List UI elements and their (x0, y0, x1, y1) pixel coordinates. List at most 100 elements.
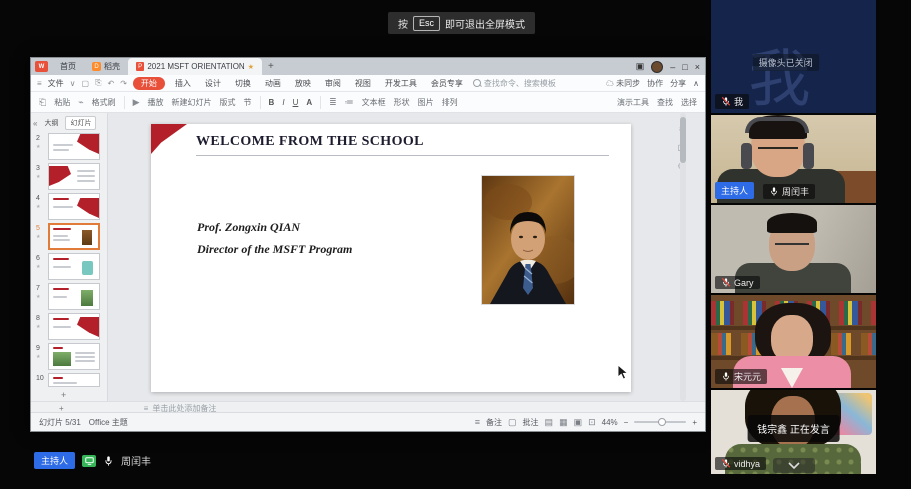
new-slide-button[interactable]: 新建幻灯片 (172, 97, 212, 108)
file-menu[interactable]: 文件 (48, 78, 64, 89)
command-search[interactable]: 查找命令、搜索模板 (473, 78, 556, 89)
status-bar: 幻灯片 5/31 Office 主题 ≡ 备注 ▢ 批注 ▤ ▦ ▣ ⊡ 44%… (31, 412, 705, 431)
outline-tab[interactable]: 大纲 (40, 117, 62, 129)
collaborate-button[interactable]: 协作 (647, 78, 663, 89)
new-tab-button[interactable]: + (268, 61, 274, 72)
notes-toggle-icon[interactable]: ≡ (475, 417, 480, 427)
speaking-toast: 钱宗鑫 正在发言 (747, 415, 840, 442)
slides-tab[interactable]: 幻灯片 (65, 116, 96, 130)
presentation-tools-button[interactable]: 演示工具 (617, 97, 649, 108)
participant-video-songyuanyuan[interactable]: 宋元元 (711, 295, 876, 388)
favorite-star-icon[interactable]: ★ (248, 63, 254, 71)
zoom-percentage[interactable]: 44% (602, 418, 618, 427)
format-painter-icon[interactable]: ⌁ (78, 97, 83, 108)
scrollbar-thumb[interactable] (680, 117, 686, 163)
layout-switch-icon[interactable]: ▣ (636, 61, 645, 72)
zoom-in-button[interactable]: + (692, 418, 697, 427)
slide-thumbnail-8[interactable]: 8★ (31, 313, 107, 341)
close-button[interactable]: × (695, 62, 700, 72)
home-tab[interactable]: 首页 (52, 58, 84, 75)
normal-view-icon[interactable]: ▤ (545, 417, 554, 428)
account-avatar[interactable] (651, 61, 663, 73)
collapse-ribbon-icon[interactable]: ∧ (693, 79, 699, 88)
participant-video-gary[interactable]: Gary (711, 205, 876, 293)
red-flag-decoration (151, 124, 187, 154)
select-button[interactable]: 选择 (681, 97, 697, 108)
align-left-icon[interactable]: ≣ (329, 97, 337, 108)
zoom-slider[interactable] (634, 421, 686, 423)
current-slide[interactable]: WELCOME FROM THE SCHOOL Prof. Zongxin QI… (151, 124, 631, 392)
font-color-button[interactable]: A (306, 98, 312, 107)
format-painter-button[interactable]: 格式刷 (92, 97, 116, 108)
slide-thumbnail-4[interactable]: 4★ (31, 193, 107, 221)
slide-thumbnail-2[interactable]: 2★ (31, 133, 107, 161)
slide-thumbnail-7[interactable]: 7★ (31, 283, 107, 311)
wps-presentation-window: W 首页 D 稻壳 P 2021 MSFT ORIENTATION ★ + ▣ … (30, 57, 706, 432)
zoom-out-button[interactable]: − (624, 418, 629, 427)
participant-name-tag: 周闰丰 (763, 184, 815, 199)
cloud-sync-status[interactable]: ☁ 未同步 (606, 78, 640, 89)
participant-video-vidhya[interactable]: 钱宗鑫 正在发言 vidhya (711, 390, 876, 474)
comments-toggle-icon[interactable]: ▢ (508, 417, 517, 428)
layout-button[interactable]: 版式 (220, 97, 236, 108)
comments-toggle[interactable]: 批注 (523, 417, 539, 428)
wps-logo[interactable]: W (35, 61, 48, 72)
play-button[interactable]: 播放 (148, 97, 164, 108)
ribbon-tab-devtools[interactable]: 开发工具 (381, 77, 421, 90)
zoom-slider-knob[interactable] (658, 418, 666, 426)
speaker-name-text: Prof. Zongxin QIAN (197, 220, 300, 235)
slide-thumbnail-10[interactable]: 10 (31, 373, 107, 387)
slide-sorter-icon[interactable]: ▦ (559, 417, 568, 428)
slide-thumbnail-5-selected[interactable]: 5★ (31, 223, 107, 251)
esc-keycap: Esc (413, 16, 440, 31)
share-button[interactable]: 分享 (670, 78, 686, 89)
textbox-button[interactable]: 文本框 (362, 97, 386, 108)
arrange-button[interactable]: 排列 (442, 97, 458, 108)
section-button[interactable]: 节 (244, 97, 252, 108)
participant-name: 我 (734, 95, 743, 108)
paste-button[interactable]: 粘贴 (54, 97, 70, 108)
redo-icon[interactable]: ↷ (120, 79, 127, 88)
ribbon-tab-member[interactable]: 会员专享 (427, 77, 467, 90)
participant-name: Gary (734, 278, 754, 288)
document-tab[interactable]: P 2021 MSFT ORIENTATION ★ (128, 58, 262, 75)
ribbon-tab-animation[interactable]: 动画 (261, 77, 285, 90)
bullet-list-icon[interactable]: ≔ (345, 97, 354, 108)
paste-icon[interactable]: ⎗ (39, 97, 46, 108)
slideshow-view-icon[interactable]: ▣ (574, 417, 583, 428)
window-titlebar: W 首页 D 稻壳 P 2021 MSFT ORIENTATION ★ + ▣ … (31, 58, 705, 75)
collapse-video-strip-button[interactable] (773, 458, 815, 473)
theme-name[interactable]: Office 主题 (89, 417, 128, 428)
ribbon-tab-transition[interactable]: 切换 (231, 77, 255, 90)
play-icon[interactable]: ▶ (133, 97, 140, 108)
participant-video-me[interactable]: 我 摄像头已关闭 我 (711, 0, 876, 113)
picture-button[interactable]: 图片 (418, 97, 434, 108)
ribbon-tab-review[interactable]: 审阅 (321, 77, 345, 90)
restore-button[interactable]: □ (682, 62, 687, 72)
slide-thumbnail-3[interactable]: 3★ (31, 163, 107, 191)
slide-thumbnail-9[interactable]: 9★ (31, 343, 107, 371)
ribbon-tab-design[interactable]: 设计 (201, 77, 225, 90)
collapse-panel-icon[interactable]: « (33, 119, 37, 128)
shapes-button[interactable]: 形状 (394, 97, 410, 108)
minimize-button[interactable]: – (670, 62, 675, 72)
underline-button[interactable]: U (293, 98, 299, 107)
undo-icon[interactable]: ↶ (108, 79, 115, 88)
slide-thumbnail-6[interactable]: 6★ (31, 253, 107, 281)
save-icon[interactable]: ▢ (82, 79, 90, 88)
ribbon-tab-view[interactable]: 视图 (351, 77, 375, 90)
participant-video-host[interactable]: 主持人 周闰丰 (711, 115, 876, 203)
bold-button[interactable]: B (269, 98, 275, 107)
file-menu-caret-icon[interactable]: ∨ (70, 79, 76, 88)
ribbon-tab-insert[interactable]: 插入 (171, 77, 195, 90)
ribbon-tab-home[interactable]: 开始 (133, 77, 165, 90)
print-icon[interactable]: ⎘ (95, 78, 101, 88)
docer-tab[interactable]: D 稻壳 (84, 58, 128, 75)
hamburger-menu-icon[interactable]: ≡ (37, 79, 42, 88)
add-slide-button[interactable]: + (61, 390, 66, 400)
ribbon-tab-slideshow[interactable]: 放映 (291, 77, 315, 90)
find-button[interactable]: 查找 (657, 97, 673, 108)
italic-button[interactable]: I (282, 98, 284, 107)
fit-slide-icon[interactable]: ⊡ (588, 417, 596, 428)
notes-toggle[interactable]: 备注 (486, 417, 502, 428)
